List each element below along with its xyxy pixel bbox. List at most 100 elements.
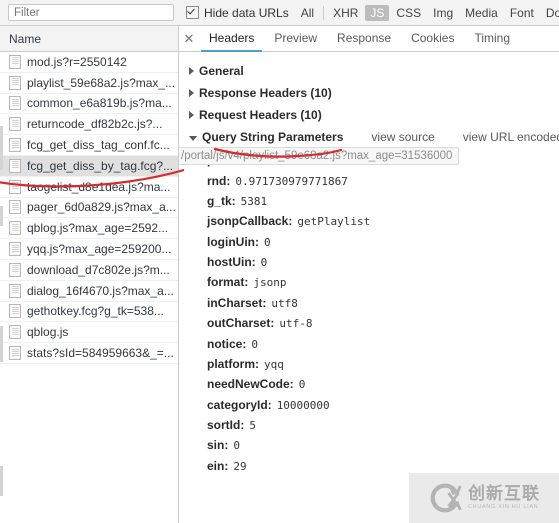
filter-type-img[interactable]: Img	[428, 5, 458, 21]
filter-type-font[interactable]: Font	[505, 5, 539, 21]
query-parameter-value: 5	[249, 419, 256, 433]
query-parameter-value: 29	[233, 459, 247, 473]
request-row-name: yqq.js?max_age=259200...	[27, 242, 172, 257]
request-row-name: dialog_16f4670.js?max_a...	[27, 283, 174, 298]
query-parameter-value: yqq	[264, 357, 284, 371]
request-row-name: qblog.js	[27, 325, 69, 340]
query-parameter-key: format:	[207, 275, 249, 290]
request-row[interactable]: returncode_df82b2c.js?...	[0, 114, 178, 136]
filter-type-xhr[interactable]: XHR	[328, 5, 363, 21]
cx-logo-icon	[430, 483, 462, 513]
request-row[interactable]: fcg_get_diss_by_tag.fcg?...	[0, 155, 178, 177]
filter-input[interactable]	[8, 4, 174, 21]
detail-tabs: ✕ Headers Preview Response Cookies Timin…	[179, 26, 559, 52]
request-row[interactable]: pager_6d0a829.js?max_a...	[0, 198, 178, 219]
request-row-name: returncode_df82b2c.js?...	[27, 117, 163, 132]
section-query-string-parameters[interactable]: Query String Parameters view source view…	[179, 126, 559, 148]
section-response-headers[interactable]: Response Headers (10)	[179, 82, 559, 104]
document-icon	[9, 346, 21, 361]
document-icon	[9, 96, 21, 111]
query-parameter-row: format: jsonp	[179, 272, 559, 292]
request-row[interactable]: mod.js?r=2550142	[0, 52, 178, 73]
hide-data-urls-toggle[interactable]: Hide data URLs	[186, 6, 289, 20]
hide-data-urls-label: Hide data URLs	[204, 5, 289, 20]
filter-type-all[interactable]: All	[296, 5, 319, 21]
headers-content: General Response Headers (10) Request He…	[179, 52, 559, 476]
document-icon	[9, 200, 21, 215]
filter-type-media[interactable]: Media	[460, 5, 503, 21]
request-row[interactable]: gethotkey.fcg?g_tk=538...	[0, 302, 178, 323]
view-url-encoded-link[interactable]: view URL encoded	[463, 130, 559, 144]
watermark-cn: 创新互联	[468, 484, 540, 504]
query-parameter-key: notice:	[207, 336, 247, 351]
document-icon	[9, 75, 21, 90]
query-view-links: view source view URL encoded	[343, 130, 559, 144]
query-parameter-row: outCharset: utf-8	[179, 313, 559, 333]
query-parameter-row: hostUin: 0	[179, 252, 559, 272]
request-row[interactable]: dialog_16f4670.js?max_a...	[0, 281, 178, 302]
query-parameter-key: jsonpCallback:	[207, 214, 293, 229]
section-general[interactable]: General	[179, 60, 559, 82]
query-parameter-value: 0.971730979771867	[235, 174, 348, 188]
query-parameter-row: loginUin: 0	[179, 232, 559, 252]
chevron-right-icon	[189, 89, 194, 97]
query-parameter-row: sortId: 5	[179, 415, 559, 435]
request-row-name: playlist_59e68a2.js?max_...	[27, 75, 176, 90]
close-icon[interactable]: ✕	[179, 26, 199, 52]
tab-preview[interactable]: Preview	[264, 26, 327, 52]
watermark-text: 创新互联 CHUANG XIN HU LIAN	[468, 485, 540, 511]
column-header-name[interactable]: Name	[0, 26, 178, 52]
request-row[interactable]: yqq.js?max_age=259200...	[0, 239, 178, 260]
document-icon	[9, 138, 21, 153]
tab-response[interactable]: Response	[327, 26, 401, 52]
request-row-name: pager_6d0a829.js?max_a...	[27, 200, 176, 215]
document-icon	[9, 325, 21, 340]
requests-scrollbar[interactable]	[0, 26, 3, 523]
query-parameter-row: categoryId: 10000000	[179, 395, 559, 415]
query-parameter-key: inCharset:	[207, 295, 267, 310]
request-row[interactable]: playlist_59e68a2.js?max_...	[0, 73, 178, 94]
request-row-name: taogelist_d8e1dea.js?ma...	[27, 179, 171, 194]
view-source-link[interactable]: view source	[371, 130, 434, 144]
query-parameter-key: rnd:	[207, 173, 231, 188]
network-filter-toolbar: Hide data URLs All XHR JS CSS Img Media …	[0, 0, 559, 26]
query-parameter-value: utf-8	[279, 317, 313, 331]
request-row-name: gethotkey.fcg?g_tk=538...	[27, 304, 164, 319]
filter-type-js[interactable]: JS	[365, 4, 390, 21]
query-parameter-value: 5381	[240, 194, 268, 208]
query-parameter-row: g_tk: 5381	[179, 191, 559, 211]
document-icon	[9, 54, 21, 69]
filter-type-doc[interactable]: Doc	[541, 5, 559, 21]
request-row[interactable]: qblog.js?max_age=2592...	[0, 218, 178, 240]
query-parameter-key: hostUin:	[207, 255, 256, 270]
document-icon	[9, 158, 21, 173]
query-parameter-value: utf8	[271, 296, 298, 310]
filter-divider	[323, 5, 325, 20]
query-parameter-value: 10000000	[276, 398, 330, 412]
section-request-headers-label: Request Headers (10)	[199, 108, 322, 122]
document-icon	[9, 179, 21, 194]
request-row[interactable]: stats?sId=584959663&_=...	[0, 343, 178, 364]
query-parameter-key: platform:	[207, 356, 259, 371]
hide-data-urls-checkbox[interactable]	[186, 6, 199, 19]
filter-type-css[interactable]: CSS	[391, 5, 426, 21]
section-general-label: General	[199, 64, 244, 78]
tab-cookies[interactable]: Cookies	[401, 26, 464, 52]
chevron-down-icon	[189, 135, 197, 141]
query-parameter-key: categoryId:	[207, 397, 272, 412]
query-parameter-key: sin:	[207, 438, 229, 453]
request-row[interactable]: taogelist_d8e1dea.js?ma...	[0, 177, 178, 198]
request-row[interactable]: download_d7c802e.js?m...	[0, 260, 178, 281]
document-icon	[9, 283, 21, 298]
requests-panel: Name mod.js?r=2550142 playlist_59e68a2.js…	[0, 26, 179, 523]
tab-headers[interactable]: Headers	[199, 26, 264, 52]
request-row[interactable]: qblog.js	[0, 322, 178, 344]
section-request-headers[interactable]: Request Headers (10)	[179, 104, 559, 126]
request-row[interactable]: common_e6a819b.js?ma...	[0, 94, 178, 115]
request-row[interactable]: fcg_get_diss_tag_conf.fc...	[0, 135, 178, 156]
detail-panel: ✕ Headers Preview Response Cookies Timin…	[179, 26, 559, 523]
query-parameter-row: needNewCode: 0	[179, 374, 559, 394]
request-row-name: fcg_get_diss_by_tag.fcg?...	[27, 158, 174, 173]
tab-timing[interactable]: Timing	[464, 26, 520, 52]
query-parameter-row: rnd: 0.971730979771867	[179, 170, 559, 190]
